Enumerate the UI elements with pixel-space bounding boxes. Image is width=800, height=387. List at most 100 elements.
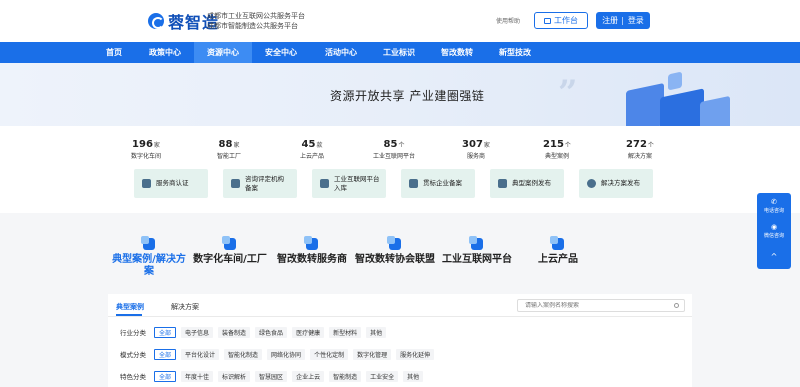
service-card-case-publish[interactable]: 典型案例发布 bbox=[490, 169, 564, 198]
filter-chip[interactable]: 网络化协同 bbox=[267, 348, 306, 360]
stat-label: 解决方案 bbox=[627, 153, 652, 160]
help-link[interactable]: 使用帮助 bbox=[496, 16, 520, 25]
filter-chip[interactable]: 全部 bbox=[154, 326, 177, 338]
monitor-icon bbox=[544, 17, 551, 24]
stat-item: 196家 数字化车间 bbox=[116, 139, 176, 160]
globe-icon bbox=[587, 179, 596, 188]
category-tab-cloud-products[interactable]: 上云产品 bbox=[530, 236, 586, 266]
category-tab-cases-solutions[interactable]: 典型案例/解决方案 bbox=[108, 236, 190, 278]
floating-contact-bar: ✆ 电话咨询 ◉ 微信咨询 ^ bbox=[757, 193, 791, 269]
tab-typical-cases[interactable]: 典型案例 bbox=[116, 302, 144, 312]
stat-item: 272个 解决方案 bbox=[610, 139, 670, 160]
wechat-consult-label: 微信咨询 bbox=[763, 232, 784, 239]
chat-icon: ◉ bbox=[770, 222, 778, 231]
category-label: 典型案例/解决方 bbox=[112, 254, 186, 265]
filter-chip[interactable]: 新型材料 bbox=[329, 326, 362, 338]
filter-chip[interactable]: 智慧园区 bbox=[255, 370, 288, 382]
category-tab-digital-workshop[interactable]: 数字化车间/工厂 bbox=[190, 236, 270, 266]
document-icon bbox=[231, 179, 240, 188]
category-tab-platforms[interactable]: 工业互联网平台 bbox=[438, 236, 516, 266]
tab-solutions[interactable]: 解决方案 bbox=[171, 302, 199, 312]
category-tab-service-providers[interactable]: 智改数转服务商 bbox=[272, 236, 352, 266]
filter-chip[interactable]: 全部 bbox=[154, 348, 177, 360]
search-icon[interactable] bbox=[674, 303, 679, 308]
filter-chip[interactable]: 数字化管理 bbox=[353, 348, 392, 360]
filter-chip[interactable]: 其他 bbox=[403, 370, 424, 382]
filter-chip[interactable]: 服务化延伸 bbox=[396, 348, 435, 360]
nav-item-digital-transform[interactable]: 智改数转 bbox=[430, 42, 484, 63]
filter-chip[interactable]: 智能制造 bbox=[329, 370, 362, 382]
workbench-label: 工作台 bbox=[554, 16, 578, 25]
stat-item: 45款 上云产品 bbox=[282, 139, 342, 160]
category-label: 上云产品 bbox=[538, 254, 578, 265]
filter-chip[interactable]: 智能化制造 bbox=[224, 348, 263, 360]
filter-row-industry: 行业分类 全部 电子信息 装备制造 绿色食品 医疗健康 新型材料 其他 bbox=[120, 326, 391, 338]
chevron-up-icon: ^ bbox=[770, 251, 778, 261]
phone-icon: ✆ bbox=[771, 197, 777, 206]
filter-chip[interactable]: 绿色食品 bbox=[255, 326, 288, 338]
phone-consult-button[interactable]: ✆ 电话咨询 bbox=[757, 193, 791, 218]
filter-chip[interactable]: 医疗健康 bbox=[292, 326, 325, 338]
auth-button-group: 注册 登录 bbox=[596, 12, 650, 29]
nav-item-policy[interactable]: 政策中心 bbox=[138, 42, 192, 63]
workbench-button[interactable]: 工作台 bbox=[534, 12, 588, 29]
back-to-top-button[interactable]: ^ bbox=[757, 243, 791, 269]
stat-label: 服务商 bbox=[466, 153, 485, 160]
filter-chip[interactable]: 年度十佳 bbox=[181, 370, 214, 382]
service-label: 服务商认证 bbox=[156, 179, 189, 187]
filter-chip[interactable]: 其他 bbox=[366, 326, 387, 338]
platform-icon bbox=[469, 236, 483, 250]
service-label: 典型案例发布 bbox=[512, 179, 551, 187]
service-card-platform-registration[interactable]: 工业互联网平台 入库 bbox=[312, 169, 386, 198]
service-card-consulting-registration[interactable]: 咨询评定机构 备案 bbox=[223, 169, 297, 198]
nav-item-events[interactable]: 活动中心 bbox=[314, 42, 368, 63]
stat-unit: 个 bbox=[564, 142, 571, 149]
main-nav: 首页 政策中心 资源中心 安全中心 活动中心 工业标识 智改数转 新型技改 bbox=[0, 42, 800, 63]
banner-title: 资源开放共享 产业建圈强链 bbox=[330, 89, 485, 103]
service-card-solution-publish[interactable]: 解决方案发布 bbox=[579, 169, 653, 198]
nav-item-home[interactable]: 首页 bbox=[92, 42, 136, 63]
nav-item-security[interactable]: 安全中心 bbox=[254, 42, 308, 63]
stat-label: 上云产品 bbox=[299, 153, 324, 160]
filter-chip[interactable]: 电子信息 bbox=[181, 326, 214, 338]
certificate-icon bbox=[142, 179, 151, 188]
filter-chip[interactable]: 装备制造 bbox=[218, 326, 251, 338]
category-label: 数字化车间/工厂 bbox=[193, 254, 267, 265]
case-search-input[interactable] bbox=[525, 302, 665, 309]
factory-icon bbox=[222, 236, 236, 250]
service-label: 咨询评定机构 bbox=[245, 174, 284, 183]
nav-item-tech-upgrade[interactable]: 新型技改 bbox=[488, 42, 542, 63]
register-button[interactable]: 注册 bbox=[602, 15, 618, 26]
service-card-provider-certification[interactable]: 服务商认证 bbox=[134, 169, 208, 198]
header-actions: 使用帮助 工作台 注册 登录 bbox=[496, 12, 650, 29]
service-card-enterprise-registration[interactable]: 贯标企业备案 bbox=[401, 169, 475, 198]
filter-chip[interactable]: 企业上云 bbox=[292, 370, 325, 382]
stat-value: 215 bbox=[543, 139, 564, 150]
phone-consult-label: 电话咨询 bbox=[763, 207, 784, 214]
hero-banner: 资源开放共享 产业建圈强链 ” bbox=[0, 63, 800, 126]
filter-chip[interactable]: 全部 bbox=[154, 370, 177, 382]
illustration-cube-icon bbox=[626, 82, 664, 126]
category-label: 智改数转服务商 bbox=[277, 254, 347, 265]
nav-item-industrial-id[interactable]: 工业标识 bbox=[372, 42, 426, 63]
filter-panel: 典型案例 解决方案 行业分类 全部 电子信息 装备制造 绿色食品 医疗健康 新型… bbox=[108, 294, 692, 387]
filter-chip[interactable]: 标识解析 bbox=[218, 370, 251, 382]
filter-chip[interactable]: 工业安全 bbox=[366, 370, 399, 382]
subtitle-line-1: 成都市工业互联网公共服务平台 bbox=[207, 12, 305, 20]
nav-item-resources[interactable]: 资源中心 bbox=[194, 42, 252, 63]
filter-chip[interactable]: 个性化定制 bbox=[310, 348, 349, 360]
stats-section: 196家 数字化车间 88家 智能工厂 45款 上云产品 85个 工业互联网平台… bbox=[0, 126, 800, 213]
alliance-icon bbox=[387, 236, 401, 250]
wechat-consult-button[interactable]: ◉ 微信咨询 bbox=[757, 218, 791, 243]
auth-divider bbox=[622, 16, 624, 25]
category-tab-associations[interactable]: 智改数转协会联盟 bbox=[352, 236, 438, 266]
stat-item: 85个 工业互联网平台 bbox=[364, 139, 424, 160]
stat-item: 307家 服务商 bbox=[446, 139, 506, 160]
stat-label: 智能工厂 bbox=[216, 153, 241, 160]
site-header: 蓉智造 成都市工业互联网公共服务平台 成都市智能制造公共服务平台 使用帮助 工作… bbox=[0, 0, 800, 42]
stat-label: 典型案例 bbox=[544, 153, 569, 160]
login-button[interactable]: 登录 bbox=[628, 15, 644, 26]
stat-value: 88 bbox=[218, 139, 233, 150]
filter-chip[interactable]: 平台化设计 bbox=[181, 348, 220, 360]
illustration-cube-icon bbox=[668, 71, 682, 91]
